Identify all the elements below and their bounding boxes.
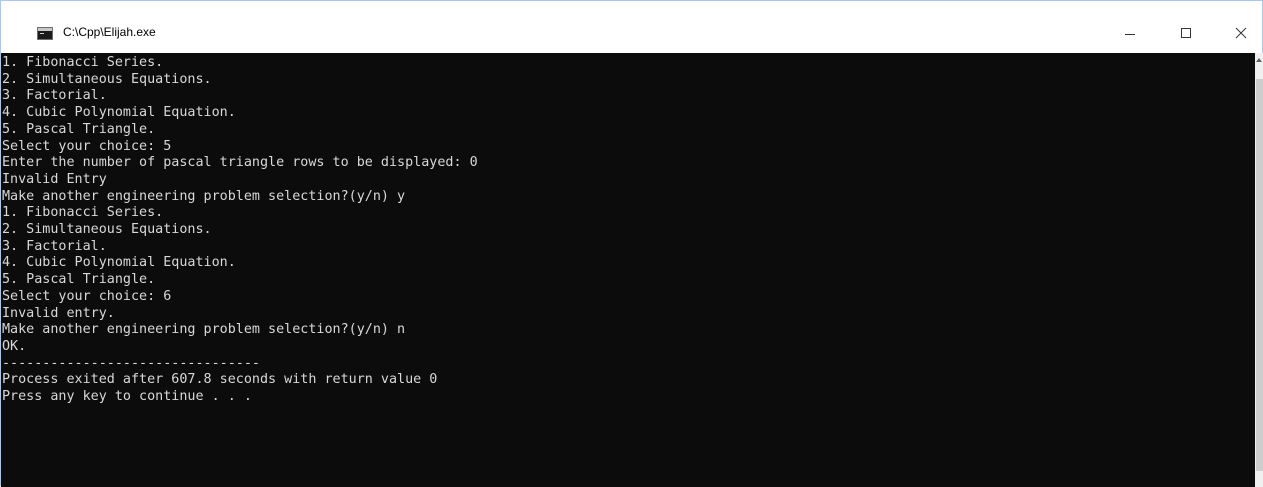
console-line: Invalid Entry xyxy=(2,171,107,187)
maximize-icon xyxy=(1181,28,1191,38)
console-line: Press any key to continue . . . xyxy=(2,389,252,405)
console-line: Select your choice: 5 xyxy=(2,138,172,154)
console-line: 5. Pascal Triangle. xyxy=(2,272,156,288)
console-line: 1. Fibonacci Series. xyxy=(2,205,164,221)
console-line: Invalid entry. xyxy=(2,305,115,321)
console-line: Make another engineering problem selecti… xyxy=(2,322,406,338)
scroll-up-arrow-icon[interactable] xyxy=(1256,58,1262,62)
vertical-scrollbar[interactable] xyxy=(1255,53,1263,487)
console-line: OK. xyxy=(2,338,27,354)
console-line: Make another engineering problem selecti… xyxy=(2,188,406,204)
console-line: 3. Factorial. xyxy=(2,238,107,254)
console-line: 5. Pascal Triangle. xyxy=(2,121,156,137)
minimize-icon xyxy=(1125,34,1135,35)
console-window: C:\Cpp\Elijah.exe 1. Fibonacci Series. 2… xyxy=(0,0,1263,487)
title-bar[interactable]: C:\Cpp\Elijah.exe xyxy=(1,1,1262,53)
console-line: 1. Fibonacci Series. xyxy=(2,55,164,70)
console-output[interactable]: 1. Fibonacci Series. 2. Simultaneous Equ… xyxy=(1,53,1255,487)
console-line: 2. Simultaneous Equations. xyxy=(2,222,212,238)
minimize-button[interactable] xyxy=(1107,15,1153,51)
close-button[interactable] xyxy=(1218,15,1263,51)
console-line: Select your choice: 6 xyxy=(2,288,172,304)
console-line: -------------------------------- xyxy=(2,355,260,371)
maximize-button[interactable] xyxy=(1163,15,1209,51)
console-line: Enter the number of pascal triangle rows… xyxy=(2,155,478,171)
close-icon xyxy=(1235,27,1247,39)
console-text: 1. Fibonacci Series. 2. Simultaneous Equ… xyxy=(1,53,1255,406)
window-title: C:\Cpp\Elijah.exe xyxy=(63,25,156,39)
console-line: 3. Factorial. xyxy=(2,88,107,104)
console-line: 4. Cubic Polynomial Equation. xyxy=(2,255,236,271)
scroll-thumb[interactable] xyxy=(1256,79,1263,471)
console-line: Process exited after 607.8 seconds with … xyxy=(2,372,438,388)
console-line: 2. Simultaneous Equations. xyxy=(2,71,212,87)
console-app-icon[interactable] xyxy=(37,27,53,40)
console-line: 4. Cubic Polynomial Equation. xyxy=(2,105,236,121)
